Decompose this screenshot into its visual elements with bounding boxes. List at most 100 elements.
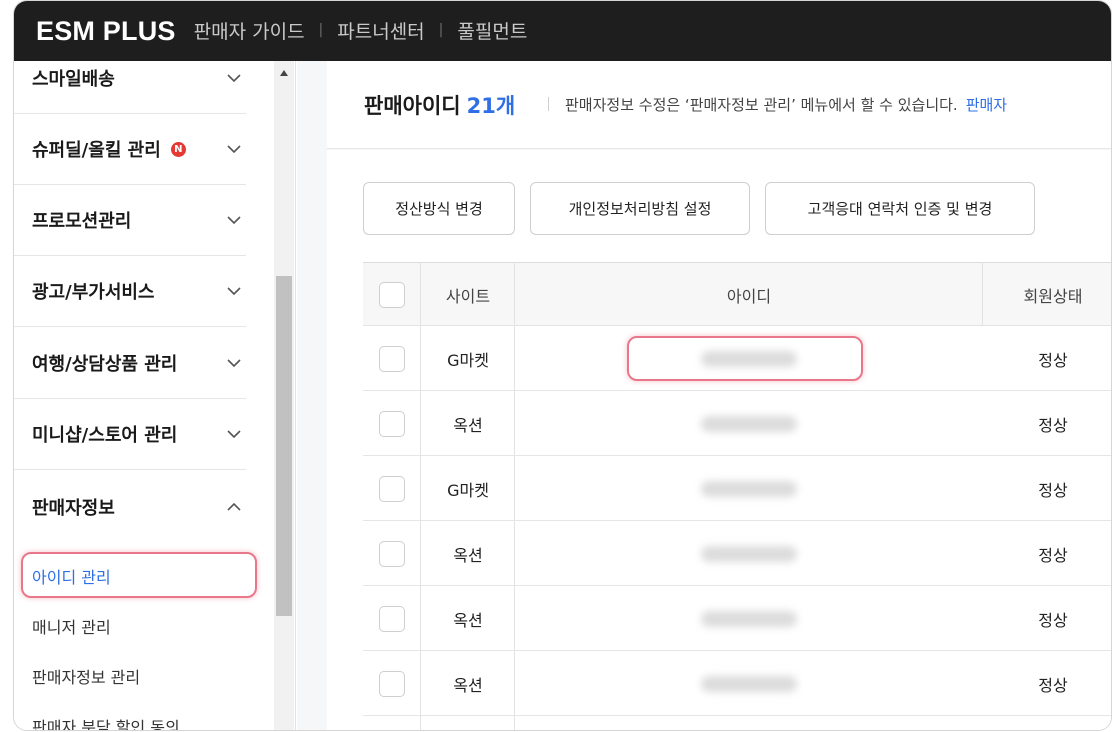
sidebar-item-smile-delivery[interactable]: 스마일배송	[14, 43, 246, 114]
change-settlement-button[interactable]: 정산방식 변경	[363, 182, 515, 235]
nav-separator: |	[438, 22, 444, 38]
sidebar-item-text: 슈퍼딜/올킬 관리	[32, 140, 161, 161]
esm-plus-logo[interactable]: ESM PLUS	[36, 16, 176, 47]
chevron-up-icon	[227, 502, 241, 511]
row-checkbox[interactable]	[379, 345, 405, 372]
sidebar-item-label: 스마일배송	[32, 69, 115, 90]
site-cell: G마켓	[447, 480, 489, 500]
scroll-up-arrow-icon[interactable]	[280, 70, 288, 76]
select-all-checkbox[interactable]	[379, 282, 405, 308]
status-cell: 정상	[1038, 610, 1068, 630]
sidebar-item-label: 광고/부가서비스	[32, 282, 155, 303]
site-cell: 옥션	[453, 675, 483, 695]
privacy-policy-button[interactable]: 개인정보처리방침 설정	[530, 182, 750, 235]
submenu-id-management[interactable]: 아이디 관리	[32, 564, 111, 588]
id-cell	[515, 651, 983, 716]
sidebar-item-ads[interactable]: 광고/부가서비스	[14, 256, 246, 327]
app-window: ESM PLUS 판매자 가이드 | 파트너센터 | 풀필먼트 스마일배송 슈퍼…	[13, 0, 1112, 731]
row-checkbox[interactable]	[379, 410, 405, 437]
sidebar-item-label: 여행/상담상품 관리	[32, 354, 178, 375]
column-site: 사이트	[445, 287, 491, 306]
sidebar-item-label: 슈퍼딜/올킬 관리 N	[32, 136, 186, 162]
site-cell: G마켓	[447, 350, 489, 370]
page-header: 판매아이디 21개 판매자정보 수정은 ‘판매자정보 관리’ 메뉴에서 할 수 있…	[327, 61, 1111, 149]
table-row[interactable]: 옥션 정상	[363, 391, 1111, 456]
main-content: 판매아이디 21개 판매자정보 수정은 ‘판매자정보 관리’ 메뉴에서 할 수 있…	[297, 61, 1111, 730]
table-row[interactable]: G마켓 정상	[363, 456, 1111, 521]
redacted-id	[701, 415, 797, 432]
page-title-text: 판매아이디	[364, 94, 461, 118]
table-header: 사이트 아이디 회원상태	[363, 262, 1111, 327]
nav-fulfillment[interactable]: 풀필먼트	[457, 17, 527, 44]
chevron-down-icon	[227, 145, 241, 154]
redacted-id	[701, 675, 797, 692]
table-row[interactable]: G마켓 정상	[363, 326, 1111, 391]
row-checkbox-cell	[363, 391, 421, 456]
column-id: 아이디	[726, 287, 772, 306]
submenu-seller-info-management[interactable]: 판매자정보 관리	[32, 664, 140, 688]
sidebar-item-label: 판매자정보	[32, 497, 115, 519]
status-cell: 정상	[1038, 675, 1068, 695]
row-checkbox[interactable]	[379, 540, 405, 567]
sidebar-item-label: 미니샵/스토어 관리	[32, 425, 178, 446]
sidebar: 스마일배송 슈퍼딜/올킬 관리 N 프로모션관리 광고/부가서비스 여행/상담상…	[14, 61, 296, 730]
highlight-outline	[627, 336, 863, 381]
seller-info-link[interactable]: 판매자	[966, 96, 1007, 114]
id-cell	[515, 456, 983, 521]
redacted-id	[701, 545, 797, 562]
sidebar-item-minishop[interactable]: 미니샵/스토어 관리	[14, 399, 246, 470]
status-cell: 정상	[1038, 415, 1068, 435]
table-row[interactable]: 옥션 정상	[363, 651, 1111, 716]
redacted-id	[701, 480, 797, 497]
row-checkbox-cell	[363, 651, 421, 716]
top-nav: 판매자 가이드 | 파트너센터 | 풀필먼트	[194, 17, 528, 44]
page-title: 판매아이디 21개	[364, 90, 515, 120]
status-cell: 정상	[1038, 480, 1068, 500]
sidebar-item-superdeal[interactable]: 슈퍼딜/올킬 관리 N	[14, 114, 246, 185]
scrollbar-thumb[interactable]	[276, 276, 292, 616]
chevron-down-icon	[227, 359, 241, 368]
sidebar-scrollbar[interactable]	[274, 61, 294, 730]
status-cell: 정상	[1038, 350, 1068, 370]
submenu-discount-agreement[interactable]: 판매자 분담 할인 동의	[32, 714, 180, 730]
page-description-text: 판매자정보 수정은 ‘판매자정보 관리’ 메뉴에서 할 수 있습니다.	[565, 96, 958, 114]
row-checkbox[interactable]	[379, 605, 405, 632]
page-description: 판매자정보 수정은 ‘판매자정보 관리’ 메뉴에서 할 수 있습니다. 판매자	[565, 94, 1007, 115]
redacted-id	[701, 610, 797, 627]
nav-partner-center[interactable]: 파트너센터	[337, 17, 424, 44]
row-checkbox-cell	[363, 326, 421, 391]
sidebar-item-travel[interactable]: 여행/상담상품 관리	[14, 328, 246, 399]
id-cell	[515, 391, 983, 456]
sidebar-item-label: 프로모션관리	[32, 211, 132, 232]
row-checkbox-cell	[363, 521, 421, 586]
status-cell: 정상	[1038, 545, 1068, 565]
row-checkbox-cell	[363, 456, 421, 521]
header-divider	[548, 97, 549, 111]
table-row[interactable]: 옥션 정상	[363, 586, 1111, 651]
chevron-down-icon	[227, 430, 241, 439]
nav-separator: |	[318, 22, 324, 38]
customer-contact-verify-button[interactable]: 고객응대 연락처 인증 및 변경	[765, 182, 1035, 235]
id-cell	[515, 521, 983, 586]
submenu-manager-management[interactable]: 매니저 관리	[32, 614, 111, 638]
row-checkbox[interactable]	[379, 670, 405, 697]
content-panel: 정산방식 변경 개인정보처리방침 설정 고객응대 연락처 인증 및 변경 사이트…	[327, 150, 1111, 730]
nav-seller-guide[interactable]: 판매자 가이드	[194, 17, 305, 44]
chevron-down-icon	[227, 287, 241, 296]
column-divider	[982, 262, 983, 326]
site-cell: 옥션	[453, 610, 483, 630]
id-count: 21개	[466, 94, 516, 118]
site-cell: 옥션	[453, 415, 483, 435]
chevron-down-icon	[227, 216, 241, 225]
row-checkbox[interactable]	[379, 475, 405, 502]
id-cell	[515, 586, 983, 651]
column-status: 회원상태	[1023, 287, 1083, 306]
sidebar-item-promotion[interactable]: 프로모션관리	[14, 185, 246, 256]
sidebar-item-seller-info[interactable]: 판매자정보	[14, 471, 246, 542]
row-checkbox-cell	[363, 586, 421, 651]
table-row[interactable]: 옥션 정상	[363, 521, 1111, 586]
site-cell: 옥션	[453, 545, 483, 565]
chevron-down-icon	[227, 74, 241, 83]
new-badge: N	[170, 141, 186, 157]
header-checkbox-cell	[363, 263, 421, 327]
